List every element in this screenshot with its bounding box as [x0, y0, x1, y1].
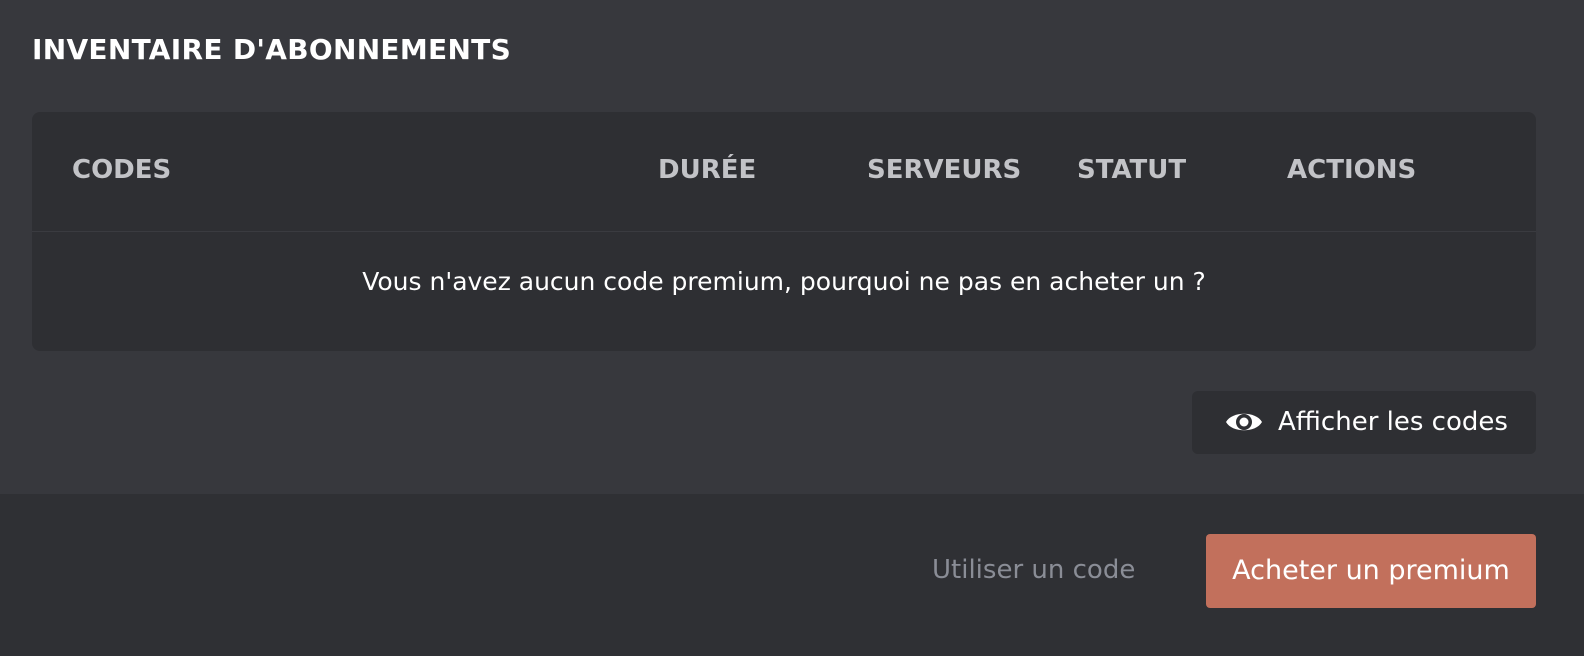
- section-title: INVENTAIRE D'ABONNEMENTS: [32, 33, 512, 66]
- use-code-link[interactable]: Utiliser un code: [932, 554, 1135, 586]
- show-codes-label: Afficher les codes: [1278, 407, 1508, 437]
- empty-state-message: Vous n'avez aucun code premium, pourquoi…: [362, 267, 1206, 296]
- show-codes-button[interactable]: Afficher les codes: [1192, 391, 1536, 454]
- column-header-codes: CODES: [72, 155, 172, 185]
- eye-icon: [1225, 408, 1263, 436]
- empty-state-row: Vous n'avez aucun code premium, pourquoi…: [32, 232, 1536, 351]
- column-header-duration: DURÉE: [658, 155, 757, 185]
- subscriptions-table: CODES DURÉE SERVEURS STATUT ACTIONS Vous…: [32, 112, 1536, 351]
- buy-premium-label: Acheter un premium: [1232, 555, 1510, 586]
- buy-premium-button[interactable]: Acheter un premium: [1206, 534, 1536, 608]
- column-header-servers: SERVEURS: [867, 155, 1022, 185]
- column-header-actions: ACTIONS: [1287, 155, 1417, 185]
- table-header: CODES DURÉE SERVEURS STATUT ACTIONS: [32, 112, 1536, 232]
- subscription-inventory-panel: INVENTAIRE D'ABONNEMENTS CODES DURÉE SER…: [0, 0, 1584, 494]
- footer-actions: Utiliser un code Acheter un premium: [0, 494, 1584, 656]
- column-header-status: STATUT: [1077, 155, 1187, 185]
